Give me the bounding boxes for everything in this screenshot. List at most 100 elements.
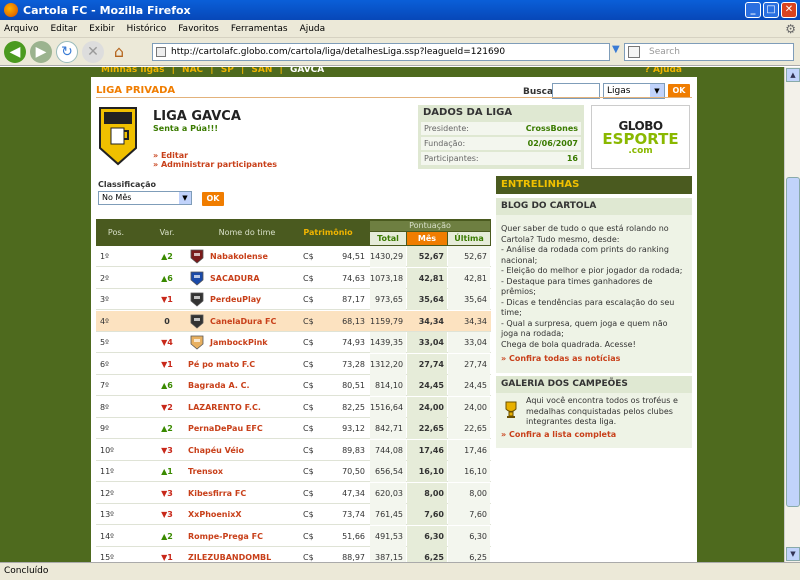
- header-total[interactable]: Total: [370, 232, 406, 245]
- blog-text: Quer saber de tudo o que está rolando no…: [501, 224, 683, 349]
- go-arrow-icon[interactable]: ▼: [612, 44, 620, 55]
- header-mes[interactable]: Mês: [407, 232, 447, 245]
- cell-team-link[interactable]: Rompe-Prega FC: [188, 526, 263, 547]
- cell-team-link[interactable]: XxPhoenixX: [188, 504, 242, 525]
- status-text: Concluído: [4, 566, 49, 576]
- menu-favoritos[interactable]: Favoritos: [178, 24, 219, 34]
- amount: 73,74: [342, 510, 365, 519]
- amount: 70,50: [342, 467, 365, 476]
- blog-title: BLOG DO CARTOLA: [496, 198, 692, 215]
- cell-var: ▼3: [161, 488, 173, 498]
- cell-ultima: 17,46: [448, 439, 490, 461]
- menu-exibir[interactable]: Exibir: [89, 24, 114, 34]
- cell-team-link[interactable]: Chapéu Véio: [188, 440, 244, 461]
- cell-team-link[interactable]: ZILEZUBANDOMBL: [188, 547, 271, 562]
- classificacao-ok-button[interactable]: OK: [202, 192, 224, 206]
- search-engine-icon[interactable]: [628, 46, 640, 58]
- cell-team-link[interactable]: PerdeuPlay: [210, 289, 261, 310]
- home-button[interactable]: ⌂: [108, 41, 130, 63]
- amount: 74,93: [342, 338, 365, 347]
- cell-mes: 42,81: [407, 267, 447, 289]
- nav-san[interactable]: SAN: [251, 67, 272, 75]
- cell-patrimonio: C$ 74,93: [303, 332, 365, 353]
- cell-ultima: 33,04: [448, 332, 490, 353]
- search-bar[interactable]: Search: [624, 43, 794, 61]
- cell-patrimonio: C$ 88,97: [303, 547, 365, 562]
- chevron-down-icon: ▼: [179, 192, 191, 204]
- team-shield-icon: [190, 292, 204, 307]
- header-patrimonio[interactable]: Patrimônio: [298, 228, 358, 237]
- currency: C$: [303, 316, 314, 326]
- scroll-up-icon[interactable]: ▲: [786, 68, 800, 82]
- cell-mes: 35,64: [407, 289, 447, 310]
- dados-da-liga-panel: DADOS DA LIGA Presidente: CrossBones Fun…: [418, 105, 584, 169]
- cell-team-link[interactable]: Nabakolense: [210, 246, 268, 267]
- section-title: LIGA PRIVADA: [96, 85, 176, 96]
- header-ultima[interactable]: Última: [448, 232, 490, 245]
- minimize-button[interactable]: _: [745, 2, 761, 18]
- galeria-link[interactable]: » Confira a lista completa: [496, 430, 692, 439]
- blog-link[interactable]: » Confira todas as notícias: [496, 354, 692, 363]
- close-button[interactable]: ✕: [781, 2, 797, 18]
- currency: C$: [303, 510, 314, 519]
- cell-total: 1312,20: [370, 353, 406, 375]
- table-row: 7º ▲6 Bagrada A. C. C$ 80,51 814,10 24,45 24,45: [96, 375, 491, 396]
- nav-gavca[interactable]: GAVCA: [290, 67, 324, 75]
- menu-editar[interactable]: Editar: [50, 24, 77, 34]
- dados-value: 02/06/2007: [527, 139, 578, 148]
- cell-total: 387,15: [370, 547, 406, 562]
- cell-mes: 24,45: [407, 375, 447, 396]
- cell-pos: 12º: [100, 488, 114, 498]
- vertical-scrollbar[interactable]: ▲ ▼: [784, 67, 800, 562]
- globo-esporte-logo[interactable]: GLOBO ESPORTE .com: [591, 105, 690, 169]
- reload-button[interactable]: ↻: [56, 40, 78, 63]
- blog-box: BLOG DO CARTOLA Quer saber de tudo o que…: [496, 198, 692, 373]
- scroll-down-icon[interactable]: ▼: [786, 547, 800, 561]
- menu-arquivo[interactable]: Arquivo: [4, 24, 38, 34]
- back-button[interactable]: ◀: [4, 40, 26, 63]
- editar-link[interactable]: » Editar: [153, 151, 188, 160]
- cell-mes: 17,46: [407, 439, 447, 461]
- page-content: LIGA PRIVADA Busca Ligas ▼ OK LIGA GAVCA…: [91, 67, 697, 562]
- cell-team-link[interactable]: Bagrada A. C.: [188, 375, 250, 396]
- maximize-button[interactable]: □: [763, 2, 779, 18]
- classificacao-select[interactable]: No Mês ▼: [98, 191, 192, 205]
- cell-ultima: 24,00: [448, 396, 490, 418]
- url-bar[interactable]: http://cartolafc.globo.com/cartola/liga/…: [152, 43, 610, 61]
- cell-team-link[interactable]: Pé po mato F.C: [188, 354, 255, 375]
- administrar-link[interactable]: » Administrar participantes: [153, 160, 277, 169]
- scroll-thumb[interactable]: [786, 177, 800, 507]
- cell-team-link[interactable]: LAZARENTO F.C.: [188, 397, 261, 418]
- cell-team-link[interactable]: CanelaDura FC: [210, 311, 276, 332]
- amount: 74,63: [342, 273, 365, 283]
- cell-team-link[interactable]: SACADURA: [210, 268, 260, 289]
- menu-ferramentas[interactable]: Ferramentas: [231, 24, 288, 34]
- cell-team-link[interactable]: Trensox: [188, 461, 223, 482]
- cell-patrimonio: C$ 74,63: [303, 268, 365, 289]
- cell-team-link[interactable]: PernaDePau EFC: [188, 418, 263, 439]
- classificacao-label: Classificação: [98, 180, 156, 189]
- currency: C$: [303, 252, 314, 261]
- busca-ok-button[interactable]: OK: [668, 84, 690, 98]
- cell-patrimonio: C$ 93,12: [303, 418, 365, 439]
- header-pos: Pos.: [107, 228, 125, 237]
- help-link[interactable]: ? Ajuda: [645, 67, 682, 75]
- forward-button[interactable]: ▶: [30, 40, 52, 63]
- nav-minhas-ligas[interactable]: Minhas ligas: [101, 67, 164, 75]
- cell-team-link[interactable]: JambockPink: [210, 332, 268, 353]
- nav-nac[interactable]: NAC: [182, 67, 203, 75]
- menu-ajuda[interactable]: Ajuda: [300, 24, 326, 34]
- currency: C$: [303, 359, 314, 369]
- com-logo-text: .com: [628, 145, 653, 156]
- divider: [96, 97, 692, 98]
- dados-label: Participantes:: [424, 154, 479, 163]
- cell-var: ▼3: [161, 445, 173, 455]
- nav-sep: |: [210, 67, 214, 75]
- cell-var: 0: [164, 316, 170, 326]
- menu-historico[interactable]: Histórico: [127, 24, 167, 34]
- dados-row-presidente: Presidente: CrossBones: [421, 122, 581, 135]
- cell-team-link[interactable]: Kibesfirra FC: [188, 483, 246, 504]
- nav-sp[interactable]: SP: [221, 67, 234, 75]
- page-viewport: LIGA PRIVADA Busca Ligas ▼ OK LIGA GAVCA…: [0, 67, 784, 562]
- stop-button[interactable]: ✕: [82, 40, 104, 63]
